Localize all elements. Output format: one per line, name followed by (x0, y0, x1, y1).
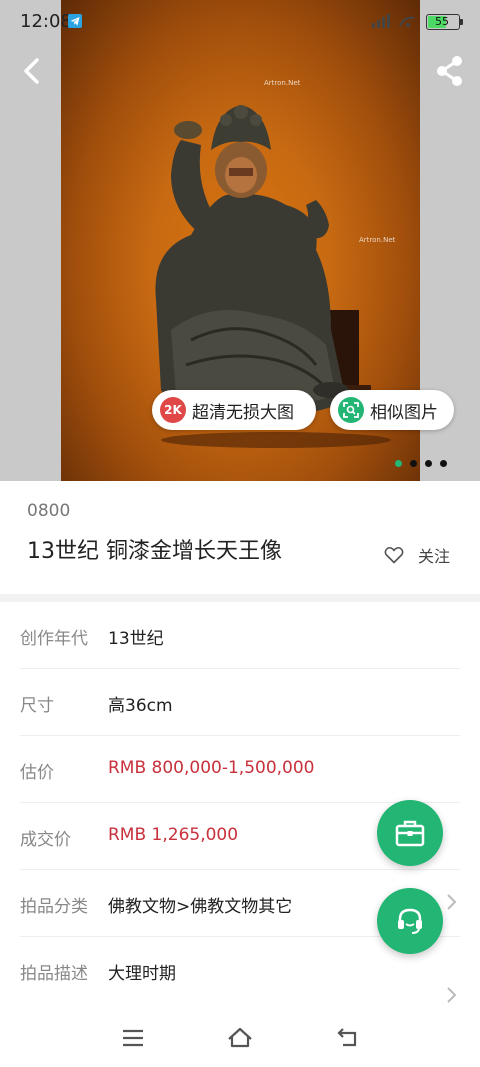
estimate-price: RMB 800,000-1,500,000 (108, 758, 315, 778)
follow-label: 关注 (418, 547, 451, 566)
detail-label: 成交价 (20, 830, 71, 850)
detail-label: 拍品分类 (20, 897, 88, 917)
share-icon (437, 56, 462, 86)
detail-value: 佛教文物>佛教文物其它 (108, 897, 293, 917)
return-icon[interactable] (334, 1026, 360, 1050)
briefcase-fab-button[interactable] (377, 800, 443, 866)
similar-images-label: 相似图片 (370, 402, 438, 423)
carousel-dot (440, 460, 447, 467)
detail-value: 高36cm (108, 696, 173, 716)
section-separator (0, 594, 480, 602)
lot-number: 0800 (27, 501, 71, 521)
carousel-dot (410, 460, 417, 467)
menu-icon[interactable] (120, 1026, 146, 1050)
heart-icon (384, 546, 404, 564)
detail-label: 估价 (20, 763, 54, 783)
back-button[interactable] (12, 51, 52, 91)
battery-level: 55 (435, 15, 449, 28)
detail-row-size: 尺寸 高36cm (20, 669, 460, 736)
system-navigation-bar (0, 1010, 480, 1067)
signal-icon (372, 14, 415, 28)
headset-icon (398, 908, 422, 934)
carousel-dot (395, 460, 402, 467)
detail-value: 大理时期 (108, 964, 176, 984)
detail-row-estimate: 估价 RMB 800,000-1,500,000 (20, 736, 460, 803)
detail-label: 创作年代 (20, 629, 88, 649)
chevron-right-icon (447, 987, 457, 1003)
similar-images-button[interactable]: 相似图片 (330, 390, 454, 430)
customer-service-fab-button[interactable] (377, 888, 443, 954)
watermark-middle: Artron.Net (359, 236, 396, 244)
hd-2k-badge: 2K (160, 397, 186, 423)
chevron-right-icon (447, 894, 457, 910)
status-bar: 12:08 55 (0, 0, 480, 42)
battery-tip (460, 19, 463, 25)
status-time: 12:08 (20, 11, 72, 32)
carousel-pagination (395, 460, 447, 467)
share-button[interactable] (430, 51, 470, 91)
item-title: 13世纪 铜漆金增长天王像 (27, 539, 282, 564)
hd-image-button[interactable]: 2K 超清无损大图 (152, 390, 316, 430)
detail-row-period: 创作年代 13世纪 (20, 602, 460, 669)
app-screen: Artron.Net Artron.Net 12:08 55 2K 超清无损大图… (0, 0, 480, 1067)
detail-label: 尺寸 (20, 696, 54, 716)
battery-indicator: 55 (426, 14, 463, 30)
briefcase-icon (395, 820, 425, 847)
back-arrow-icon (24, 58, 39, 84)
detail-value: 13世纪 (108, 629, 164, 649)
hammer-price: RMB 1,265,000 (108, 825, 239, 845)
telegram-icon (68, 14, 82, 28)
watermark-top: Artron.Net (264, 79, 301, 87)
home-icon[interactable] (227, 1026, 253, 1050)
follow-button[interactable]: 关注 (384, 543, 450, 567)
hd-image-label: 超清无损大图 (192, 402, 294, 423)
image-search-icon (338, 397, 364, 423)
detail-label: 拍品描述 (20, 964, 88, 984)
carousel-dot (425, 460, 432, 467)
